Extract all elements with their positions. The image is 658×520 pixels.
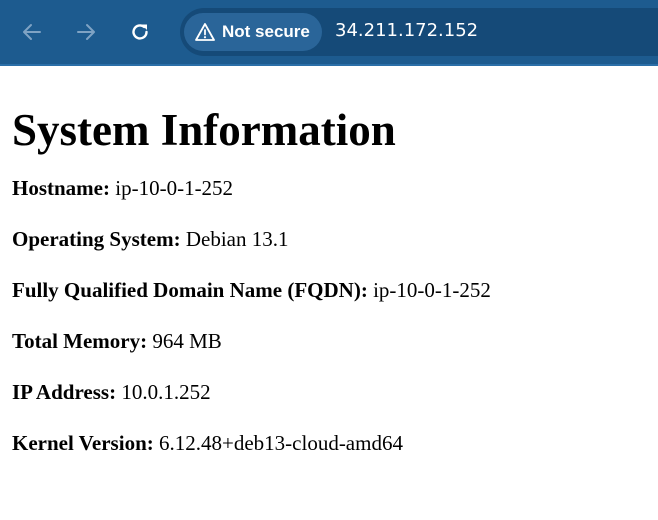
info-value: ip-10-0-1-252: [373, 278, 491, 302]
info-ip-address: IP Address: 10.0.1.252: [12, 379, 650, 405]
info-label: Total Memory:: [12, 329, 148, 353]
url-text[interactable]: 34.211.172.152: [335, 20, 478, 41]
arrow-right-icon: [77, 24, 95, 40]
info-label: Kernel Version:: [12, 431, 154, 455]
browser-toolbar: Not secure 34.211.172.152: [0, 0, 658, 66]
warning-triangle-icon: [194, 21, 216, 43]
forward-button[interactable]: [73, 19, 99, 45]
info-value: 6.12.48+deb13-cloud-amd64: [159, 431, 403, 455]
page-title: System Information: [12, 105, 396, 155]
security-indicator-button[interactable]: Not secure: [184, 13, 322, 51]
info-total-memory: Total Memory: 964 MB: [12, 328, 650, 354]
info-label: IP Address:: [12, 380, 117, 404]
reload-icon: [132, 24, 148, 40]
info-value: 10.0.1.252: [121, 380, 211, 404]
back-button[interactable]: [19, 19, 45, 45]
info-label: Hostname:: [12, 176, 110, 200]
info-label: Operating System:: [12, 227, 181, 251]
reload-button[interactable]: [127, 19, 153, 45]
info-value: 964 MB: [152, 329, 222, 353]
page-content: System Information Hostname: ip-10-0-1-2…: [12, 68, 650, 456]
info-operating-system: Operating System: Debian 13.1: [12, 226, 650, 252]
info-hostname: Hostname: ip-10-0-1-252: [12, 175, 650, 201]
info-fqdn: Fully Qualified Domain Name (FQDN): ip-1…: [12, 277, 650, 303]
info-label: Fully Qualified Domain Name (FQDN):: [12, 278, 368, 302]
info-kernel-version: Kernel Version: 6.12.48+deb13-cloud-amd6…: [12, 430, 650, 456]
arrow-left-icon: [23, 24, 41, 40]
info-value: Debian 13.1: [185, 227, 289, 251]
info-value: ip-10-0-1-252: [115, 176, 234, 200]
security-label: Not secure: [222, 22, 310, 41]
